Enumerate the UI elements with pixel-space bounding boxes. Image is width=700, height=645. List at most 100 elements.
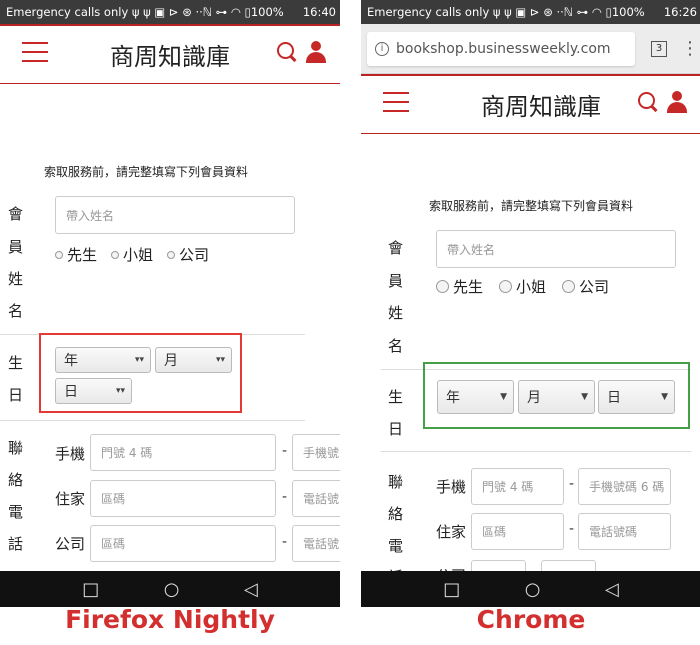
dash: -: [569, 476, 575, 492]
status-bar: Emergency calls only ψ ψ ▣ ⊳ ⊛ ··ℕ ⊶ ◠ ▯…: [361, 0, 700, 24]
gender-radio-group: 先生 小姐 公司: [436, 276, 609, 297]
contact-label-4: 話: [8, 535, 24, 553]
status-bar: Emergency calls only ψ ψ ▣ ⊳ ⊛ ··ℕ ⊶ ◠ ▯…: [0, 0, 340, 24]
name-label-2: 員: [8, 238, 24, 256]
chrome-toolbar: i bookshop.businessweekly.com 3 ⋮: [361, 24, 700, 74]
dash: -: [282, 443, 288, 459]
divider: [381, 451, 691, 452]
gender-radio-group: 先生 小姐 公司: [55, 244, 209, 265]
recents-icon[interactable]: □: [82, 579, 99, 600]
site-header: 商周知識庫: [0, 24, 340, 84]
name-label-2: 員: [388, 272, 404, 290]
dash: -: [282, 489, 288, 505]
chrome-phone: Emergency calls only ψ ψ ▣ ⊳ ⊛ ··ℕ ⊶ ◠ ▯…: [361, 0, 700, 607]
form-notice: 索取服務前，請完整填寫下列會員資料: [429, 199, 634, 213]
divider: [0, 420, 305, 421]
home-number-input[interactable]: 電話號: [292, 480, 340, 517]
android-nav-bar: □ ○ ◁: [361, 571, 700, 607]
contact-label-1: 聯: [8, 439, 24, 457]
name-label-3: 姓: [388, 304, 404, 322]
name-label-1: 會: [8, 205, 24, 223]
radio-ms-label: 小姐: [516, 278, 547, 296]
dash: -: [569, 521, 575, 537]
name-label-4: 名: [388, 337, 404, 355]
user-icon[interactable]: [304, 40, 328, 64]
radio-ms[interactable]: 小姐: [111, 244, 153, 265]
name-label-4: 名: [8, 302, 24, 320]
tab-switcher-button[interactable]: 3: [651, 40, 667, 57]
radio-circle-icon: [111, 250, 120, 259]
status-time: 16:26: [663, 5, 697, 19]
highlight-box: [39, 333, 242, 413]
radio-mr-label: 先生: [67, 246, 98, 264]
office-number-input[interactable]: 電話號: [292, 525, 340, 562]
mobile-number-input[interactable]: 手機號: [292, 434, 340, 471]
name-input[interactable]: 帶入姓名: [436, 230, 676, 268]
site-header: 商周知識庫: [361, 74, 700, 134]
home-icon[interactable]: ○: [525, 579, 541, 600]
search-icon[interactable]: [276, 41, 298, 63]
hamburger-menu-icon[interactable]: [383, 92, 409, 112]
radio-company[interactable]: 公司: [562, 276, 609, 297]
contact-label-3: 電: [8, 503, 24, 521]
chrome-caption: Chrome: [476, 605, 586, 634]
url-bar[interactable]: i bookshop.businessweekly.com: [367, 31, 635, 66]
dash: -: [282, 534, 288, 550]
more-menu-icon[interactable]: ⋮: [681, 38, 699, 59]
form-notice: 索取服務前，請完整填寫下列會員資料: [44, 165, 249, 179]
radio-mr-label: 先生: [453, 278, 484, 296]
birthday-label-2: 日: [8, 386, 24, 404]
radio-company[interactable]: 公司: [167, 244, 209, 265]
contact-label-3: 電: [388, 537, 404, 555]
radio-mr[interactable]: 先生: [55, 244, 97, 265]
name-label-1: 會: [388, 239, 404, 257]
status-left: Emergency calls only ψ ψ ▣ ⊳ ⊛ ··ℕ ⊶ ◠ ▯…: [367, 5, 645, 19]
radio-circle-icon: [55, 250, 63, 259]
back-icon[interactable]: ◁: [605, 579, 619, 600]
home-area-input[interactable]: 區碼: [471, 513, 564, 550]
birthday-label-2: 日: [388, 420, 404, 438]
radio-company-label: 公司: [579, 278, 610, 296]
status-left: Emergency calls only ψ ψ ▣ ⊳ ⊛ ··ℕ ⊶ ◠ ▯…: [6, 5, 284, 19]
contact-label-2: 絡: [8, 471, 24, 489]
name-label-3: 姓: [8, 270, 24, 288]
radio-ms-label: 小姐: [123, 246, 154, 264]
mobile-label: 手機: [436, 478, 467, 496]
mobile-number-input[interactable]: 手機號碼 6 碼: [578, 468, 671, 505]
comparison-screenshot: Emergency calls only ψ ψ ▣ ⊳ ⊛ ··ℕ ⊶ ◠ ▯…: [0, 0, 700, 645]
contact-label-2: 絡: [388, 505, 404, 523]
info-icon[interactable]: i: [375, 41, 389, 56]
home-label: 住家: [436, 523, 467, 541]
home-number-input[interactable]: 電話號碼: [578, 513, 671, 550]
radio-ms[interactable]: 小姐: [499, 276, 546, 297]
recents-icon[interactable]: □: [443, 579, 460, 600]
android-nav-bar: □ ○ ◁: [0, 571, 340, 607]
mobile-label: 手機: [55, 445, 86, 463]
home-icon[interactable]: ○: [164, 579, 180, 600]
mobile-prefix-input[interactable]: 門號 4 碼: [90, 434, 276, 471]
radio-circle-icon: [436, 280, 449, 293]
home-label: 住家: [55, 490, 86, 508]
firefox-phone: Emergency calls only ψ ψ ▣ ⊳ ⊛ ··ℕ ⊶ ◠ ▯…: [0, 0, 340, 607]
name-input[interactable]: 帶入姓名: [55, 196, 295, 234]
firefox-caption: Firefox Nightly: [65, 605, 275, 634]
contact-label-1: 聯: [388, 473, 404, 491]
radio-mr[interactable]: 先生: [436, 276, 483, 297]
birthday-label-1: 生: [388, 388, 404, 406]
radio-circle-icon: [499, 280, 513, 293]
search-icon[interactable]: [637, 91, 659, 113]
home-area-input[interactable]: 區碼: [90, 480, 276, 517]
birthday-label-1: 生: [8, 354, 24, 372]
radio-company-label: 公司: [179, 246, 210, 264]
back-icon[interactable]: ◁: [244, 579, 258, 600]
url-text: bookshop.businessweekly.com: [396, 40, 611, 57]
user-icon[interactable]: [665, 90, 689, 114]
highlight-box: [423, 362, 690, 429]
office-area-input[interactable]: 區碼: [90, 525, 276, 562]
office-label: 公司: [55, 535, 86, 553]
mobile-prefix-input[interactable]: 門號 4 碼: [471, 468, 564, 505]
radio-circle-icon: [562, 280, 576, 293]
hamburger-menu-icon[interactable]: [22, 42, 48, 62]
radio-circle-icon: [167, 250, 176, 259]
status-time: 16:40: [302, 5, 336, 19]
